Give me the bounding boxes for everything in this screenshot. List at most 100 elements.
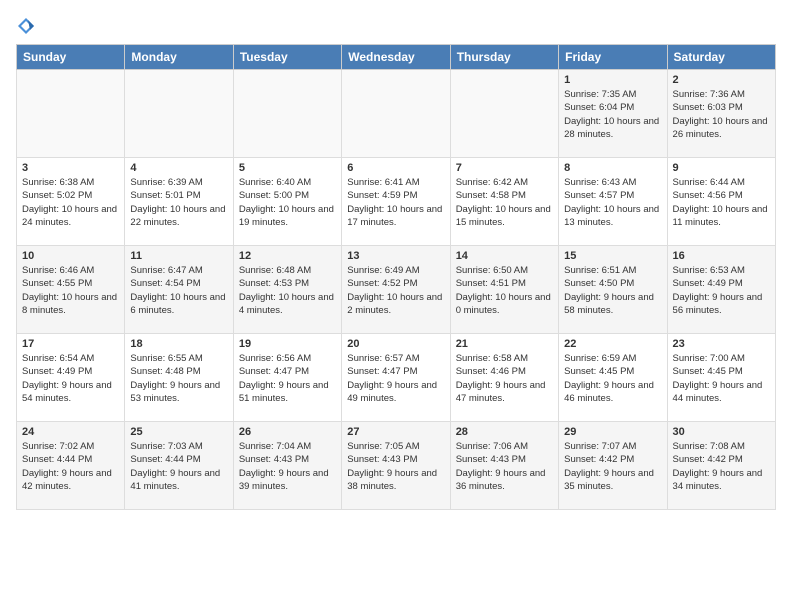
calendar-cell: 3Sunrise: 6:38 AM Sunset: 5:02 PM Daylig… bbox=[17, 158, 125, 246]
calendar-cell bbox=[450, 70, 558, 158]
weekday-header-friday: Friday bbox=[559, 45, 667, 70]
day-info: Sunrise: 7:06 AM Sunset: 4:43 PM Dayligh… bbox=[456, 440, 553, 493]
calendar-cell: 29 Sunrise: 7:07 AM Sunset: 4:42 PM Dayli… bbox=[559, 422, 667, 510]
logo-icon bbox=[16, 16, 36, 36]
day-number: 16 bbox=[673, 250, 770, 262]
calendar-cell bbox=[17, 70, 125, 158]
calendar-cell: 6 Sunrise: 6:41 AM Sunset: 4:59 PM Daylig… bbox=[342, 158, 450, 246]
calendar-header: SundayMondayTuesdayWednesdayThursdayFrid… bbox=[17, 45, 776, 70]
day-number: 3 bbox=[22, 162, 119, 174]
calendar-cell: 24 Sunrise: 7:02 AM Sunset: 4:44 PM Dayli… bbox=[17, 422, 125, 510]
calendar-week-5: 24 Sunrise: 7:02 AM Sunset: 4:44 PM Dayli… bbox=[17, 422, 776, 510]
calendar-cell: 17Sunrise: 6:54 AM Sunset: 4:49 PM Dayli… bbox=[17, 334, 125, 422]
calendar-cell: 5 Sunrise: 6:40 AM Sunset: 5:00 PM Daylig… bbox=[233, 158, 341, 246]
day-number: 14 bbox=[456, 250, 553, 262]
day-number: 11 bbox=[130, 250, 227, 262]
day-info: Sunrise: 6:54 AM Sunset: 4:49 PM Dayligh… bbox=[22, 352, 119, 405]
calendar-cell: 19Sunrise: 6:56 AM Sunset: 4:47 PM Dayli… bbox=[233, 334, 341, 422]
calendar-cell: 8 Sunrise: 6:43 AM Sunset: 4:57 PM Daylig… bbox=[559, 158, 667, 246]
calendar-cell: 16 Sunrise: 6:53 AM Sunset: 4:49 PM Dayli… bbox=[667, 246, 775, 334]
day-info: Sunrise: 7:04 AM Sunset: 4:43 PM Dayligh… bbox=[239, 440, 336, 493]
day-number: 4 bbox=[130, 162, 227, 174]
calendar-cell: 14Sunrise: 6:50 AM Sunset: 4:51 PM Dayli… bbox=[450, 246, 558, 334]
calendar-cell: 7 Sunrise: 6:42 AM Sunset: 4:58 PM Daylig… bbox=[450, 158, 558, 246]
day-info: Sunrise: 6:57 AM Sunset: 4:47 PM Dayligh… bbox=[347, 352, 444, 405]
calendar-cell: 12 Sunrise: 6:48 AM Sunset: 4:53 PM Dayli… bbox=[233, 246, 341, 334]
day-number: 7 bbox=[456, 162, 553, 174]
header bbox=[16, 16, 776, 36]
day-number: 28 bbox=[456, 426, 553, 438]
day-info: Sunrise: 6:44 AM Sunset: 4:56 PM Dayligh… bbox=[673, 176, 770, 229]
day-number: 9 bbox=[673, 162, 770, 174]
calendar-cell bbox=[342, 70, 450, 158]
day-number: 26 bbox=[239, 426, 336, 438]
day-number: 18 bbox=[130, 338, 227, 350]
calendar-cell: 20 Sunrise: 6:57 AM Sunset: 4:47 PM Dayli… bbox=[342, 334, 450, 422]
calendar-cell: 26 Sunrise: 7:04 AM Sunset: 4:43 PM Dayli… bbox=[233, 422, 341, 510]
calendar-cell: 22 Sunrise: 6:59 AM Sunset: 4:45 PM Dayli… bbox=[559, 334, 667, 422]
day-info: Sunrise: 6:47 AM Sunset: 4:54 PM Dayligh… bbox=[130, 264, 227, 317]
day-number: 23 bbox=[673, 338, 770, 350]
weekday-header-wednesday: Wednesday bbox=[342, 45, 450, 70]
day-number: 29 bbox=[564, 426, 661, 438]
day-info: Sunrise: 7:36 AM Sunset: 6:03 PM Dayligh… bbox=[673, 88, 770, 141]
calendar-cell: 2 Sunrise: 7:36 AM Sunset: 6:03 PM Daylig… bbox=[667, 70, 775, 158]
day-info: Sunrise: 6:59 AM Sunset: 4:45 PM Dayligh… bbox=[564, 352, 661, 405]
weekday-header-tuesday: Tuesday bbox=[233, 45, 341, 70]
calendar-cell: 30 Sunrise: 7:08 AM Sunset: 4:42 PM Dayli… bbox=[667, 422, 775, 510]
calendar-cell: 15Sunrise: 6:51 AM Sunset: 4:50 PM Dayli… bbox=[559, 246, 667, 334]
day-number: 8 bbox=[564, 162, 661, 174]
day-info: Sunrise: 6:53 AM Sunset: 4:49 PM Dayligh… bbox=[673, 264, 770, 317]
day-number: 22 bbox=[564, 338, 661, 350]
day-info: Sunrise: 7:03 AM Sunset: 4:44 PM Dayligh… bbox=[130, 440, 227, 493]
calendar-cell: 11 Sunrise: 6:47 AM Sunset: 4:54 PM Dayli… bbox=[125, 246, 233, 334]
day-info: Sunrise: 7:08 AM Sunset: 4:42 PM Dayligh… bbox=[673, 440, 770, 493]
header-row: SundayMondayTuesdayWednesdayThursdayFrid… bbox=[17, 45, 776, 70]
day-number: 13 bbox=[347, 250, 444, 262]
day-number: 21 bbox=[456, 338, 553, 350]
day-info: Sunrise: 6:43 AM Sunset: 4:57 PM Dayligh… bbox=[564, 176, 661, 229]
day-info: Sunrise: 6:49 AM Sunset: 4:52 PM Dayligh… bbox=[347, 264, 444, 317]
day-number: 20 bbox=[347, 338, 444, 350]
day-info: Sunrise: 7:07 AM Sunset: 4:42 PM Dayligh… bbox=[564, 440, 661, 493]
day-number: 1 bbox=[564, 74, 661, 86]
calendar-cell: 18Sunrise: 6:55 AM Sunset: 4:48 PM Dayli… bbox=[125, 334, 233, 422]
day-info: Sunrise: 6:40 AM Sunset: 5:00 PM Dayligh… bbox=[239, 176, 336, 229]
day-number: 2 bbox=[673, 74, 770, 86]
day-info: Sunrise: 6:42 AM Sunset: 4:58 PM Dayligh… bbox=[456, 176, 553, 229]
day-number: 27 bbox=[347, 426, 444, 438]
day-info: Sunrise: 6:39 AM Sunset: 5:01 PM Dayligh… bbox=[130, 176, 227, 229]
calendar-cell: 10Sunrise: 6:46 AM Sunset: 4:55 PM Dayli… bbox=[17, 246, 125, 334]
day-info: Sunrise: 6:48 AM Sunset: 4:53 PM Dayligh… bbox=[239, 264, 336, 317]
day-number: 6 bbox=[347, 162, 444, 174]
day-info: Sunrise: 6:41 AM Sunset: 4:59 PM Dayligh… bbox=[347, 176, 444, 229]
day-number: 12 bbox=[239, 250, 336, 262]
day-info: Sunrise: 7:00 AM Sunset: 4:45 PM Dayligh… bbox=[673, 352, 770, 405]
day-number: 5 bbox=[239, 162, 336, 174]
day-number: 15 bbox=[564, 250, 661, 262]
calendar-cell bbox=[233, 70, 341, 158]
day-info: Sunrise: 7:02 AM Sunset: 4:44 PM Dayligh… bbox=[22, 440, 119, 493]
calendar-cell: 25 Sunrise: 7:03 AM Sunset: 4:44 PM Dayli… bbox=[125, 422, 233, 510]
weekday-header-saturday: Saturday bbox=[667, 45, 775, 70]
calendar: SundayMondayTuesdayWednesdayThursdayFrid… bbox=[16, 44, 776, 510]
day-number: 25 bbox=[130, 426, 227, 438]
logo bbox=[16, 16, 40, 36]
calendar-week-4: 17Sunrise: 6:54 AM Sunset: 4:49 PM Dayli… bbox=[17, 334, 776, 422]
day-info: Sunrise: 7:05 AM Sunset: 4:43 PM Dayligh… bbox=[347, 440, 444, 493]
calendar-cell: 23 Sunrise: 7:00 AM Sunset: 4:45 PM Dayli… bbox=[667, 334, 775, 422]
day-info: Sunrise: 7:35 AM Sunset: 6:04 PM Dayligh… bbox=[564, 88, 661, 141]
day-number: 24 bbox=[22, 426, 119, 438]
calendar-cell: 1 Sunrise: 7:35 AM Sunset: 6:04 PM Daylig… bbox=[559, 70, 667, 158]
calendar-cell: 21 Sunrise: 6:58 AM Sunset: 4:46 PM Dayli… bbox=[450, 334, 558, 422]
day-info: Sunrise: 6:58 AM Sunset: 4:46 PM Dayligh… bbox=[456, 352, 553, 405]
day-info: Sunrise: 6:56 AM Sunset: 4:47 PM Dayligh… bbox=[239, 352, 336, 405]
calendar-cell: 4 Sunrise: 6:39 AM Sunset: 5:01 PM Daylig… bbox=[125, 158, 233, 246]
calendar-body: 1 Sunrise: 7:35 AM Sunset: 6:04 PM Daylig… bbox=[17, 70, 776, 510]
calendar-cell: 13 Sunrise: 6:49 AM Sunset: 4:52 PM Dayli… bbox=[342, 246, 450, 334]
calendar-week-2: 3Sunrise: 6:38 AM Sunset: 5:02 PM Daylig… bbox=[17, 158, 776, 246]
calendar-cell: 28 Sunrise: 7:06 AM Sunset: 4:43 PM Dayli… bbox=[450, 422, 558, 510]
weekday-header-sunday: Sunday bbox=[17, 45, 125, 70]
calendar-cell bbox=[125, 70, 233, 158]
day-number: 30 bbox=[673, 426, 770, 438]
